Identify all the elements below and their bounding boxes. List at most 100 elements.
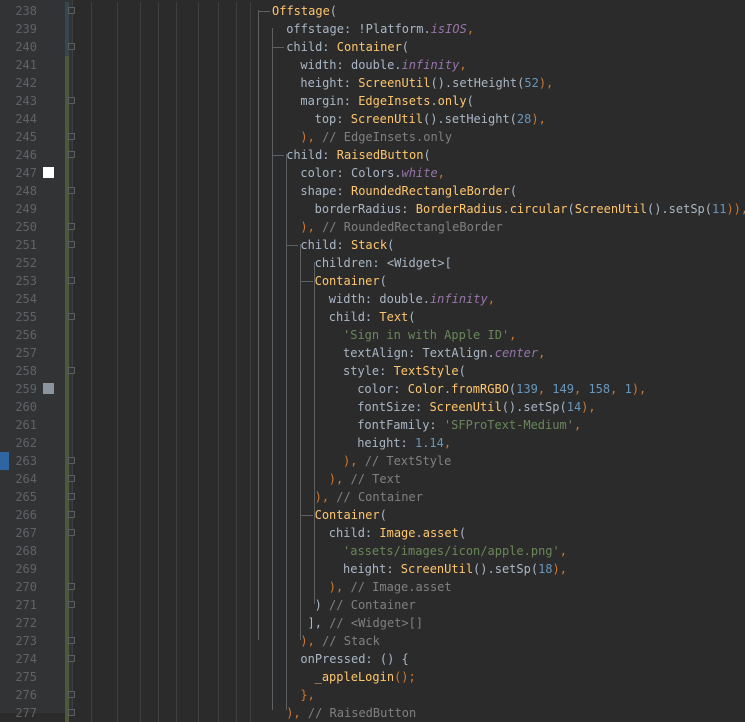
code-text[interactable]: style: TextStyle( [343, 362, 466, 380]
code-text[interactable]: children: <Widget>[ [315, 254, 452, 272]
code-text[interactable]: child: Stack( [300, 236, 394, 254]
color-swatch-icon[interactable] [43, 383, 54, 394]
code-text[interactable]: shape: RoundedRectangleBorder( [300, 182, 517, 200]
vcs-change-marker[interactable] [65, 200, 69, 218]
code-line[interactable]: 259 color: Color.fromRGBO(139, 149, 158, … [0, 380, 745, 398]
fold-toggle-icon[interactable] [68, 691, 75, 698]
code-line[interactable]: 239 offstage: !Platform.isIOS, [0, 20, 745, 38]
code-text[interactable]: ), // Container [315, 488, 423, 506]
code-line[interactable]: 241 width: double.infinity, [0, 56, 745, 74]
fold-toggle-icon[interactable] [68, 97, 75, 104]
vcs-change-marker[interactable] [65, 434, 69, 452]
fold-toggle-icon[interactable] [68, 187, 75, 194]
vcs-change-marker[interactable] [65, 110, 69, 128]
code-text[interactable]: }, [300, 686, 314, 704]
vcs-change-marker[interactable] [65, 416, 69, 434]
code-text[interactable]: margin: EdgeInsets.only( [300, 92, 473, 110]
fold-toggle-icon[interactable] [68, 637, 75, 644]
code-text[interactable]: child: Image.asset( [329, 524, 466, 542]
fold-toggle-icon[interactable] [68, 583, 75, 590]
code-line[interactable]: 262 height: 1.14, [0, 434, 745, 452]
code-text[interactable]: ], // <Widget>[] [308, 614, 424, 632]
code-text[interactable]: width: double.infinity, [300, 56, 466, 74]
code-line[interactable]: 251 child: Stack( [0, 236, 745, 254]
code-line[interactable]: 258 style: TextStyle( [0, 362, 745, 380]
code-text[interactable]: 'Sign in with Apple ID', [343, 326, 516, 344]
code-editor[interactable]: 238 Offstage(239 offstage: !Platform.isIOS… [0, 0, 745, 722]
fold-toggle-icon[interactable] [68, 493, 75, 500]
code-line[interactable]: 242 height: ScreenUtil().setHeight(52), [0, 74, 745, 92]
code-text[interactable]: color: Color.fromRGBO(139, 149, 158, 1), [357, 380, 646, 398]
code-text[interactable]: ), // Stack [300, 632, 379, 650]
code-text[interactable]: width: double.infinity, [329, 290, 495, 308]
code-text[interactable]: ), // TextStyle [343, 452, 451, 470]
code-line[interactable]: 243 margin: EdgeInsets.only( [0, 92, 745, 110]
code-line[interactable]: 247 color: Colors.white, [0, 164, 745, 182]
code-text[interactable]: child: Text( [329, 308, 416, 326]
code-line[interactable]: 250), // RoundedRectangleBorder [0, 218, 745, 236]
code-line[interactable]: 252 children: <Widget>[ [0, 254, 745, 272]
code-line[interactable]: 249 borderRadius: BorderRadius.circular(S… [0, 200, 745, 218]
vcs-change-marker[interactable] [65, 614, 69, 632]
fold-toggle-icon[interactable] [68, 43, 75, 50]
code-text[interactable]: height: 1.14, [357, 434, 451, 452]
code-line[interactable]: 275 _appleLogin(); [0, 668, 745, 686]
code-text[interactable]: offstage: !Platform.isIOS, [286, 20, 474, 38]
fold-toggle-icon[interactable] [68, 367, 75, 374]
code-text[interactable]: ) // Container [315, 596, 416, 614]
fold-toggle-icon[interactable] [68, 457, 75, 464]
code-text[interactable]: child: RaisedButton( [286, 146, 431, 164]
code-line[interactable]: 268 'assets/images/icon/apple.png', [0, 542, 745, 560]
code-text[interactable]: fontFamily: 'SFProText-Medium', [357, 416, 581, 434]
code-line[interactable]: 274 onPressed: () { [0, 650, 745, 668]
vcs-change-marker[interactable] [65, 56, 69, 74]
code-text[interactable]: fontSize: ScreenUtil().setSp(14), [357, 398, 595, 416]
code-line[interactable]: 257 textAlign: TextAlign.center, [0, 344, 745, 362]
code-text[interactable]: 'assets/images/icon/apple.png', [343, 542, 567, 560]
vcs-change-marker[interactable] [65, 668, 69, 686]
code-line[interactable]: 244 top: ScreenUtil().setHeight(28), [0, 110, 745, 128]
code-line[interactable]: 253 Container( [0, 272, 745, 290]
fold-toggle-icon[interactable] [68, 241, 75, 248]
code-line[interactable]: 265), // Container [0, 488, 745, 506]
fold-toggle-icon[interactable] [68, 529, 75, 536]
vcs-change-marker[interactable] [65, 398, 69, 416]
code-line[interactable]: 272], // <Widget>[] [0, 614, 745, 632]
fold-toggle-icon[interactable] [68, 655, 75, 662]
code-text[interactable]: borderRadius: BorderRadius.circular(Scre… [315, 200, 745, 218]
code-line[interactable]: 256 'Sign in with Apple ID', [0, 326, 745, 344]
fold-toggle-icon[interactable] [68, 475, 75, 482]
code-line[interactable]: 238 Offstage( [0, 2, 745, 20]
code-line[interactable]: 267 child: Image.asset( [0, 524, 745, 542]
code-text[interactable]: Container( [315, 506, 387, 524]
code-text[interactable]: _appleLogin(); [315, 668, 416, 686]
fold-toggle-icon[interactable] [68, 277, 75, 284]
code-line[interactable]: 273), // Stack [0, 632, 745, 650]
code-text[interactable]: Container( [315, 272, 387, 290]
code-line[interactable]: 270), // Image.asset [0, 578, 745, 596]
code-line[interactable]: 260 fontSize: ScreenUtil().setSp(14), [0, 398, 745, 416]
vcs-change-marker[interactable] [65, 164, 69, 182]
fold-toggle-icon[interactable] [68, 223, 75, 230]
code-line[interactable]: 255 child: Text( [0, 308, 745, 326]
code-text[interactable]: onPressed: () { [300, 650, 408, 668]
code-text[interactable]: height: ScreenUtil().setHeight(52), [300, 74, 553, 92]
vcs-change-marker[interactable] [65, 542, 69, 560]
fold-toggle-icon[interactable] [68, 313, 75, 320]
code-line[interactable]: 240 child: Container( [0, 38, 745, 56]
code-text[interactable]: ), // Image.asset [329, 578, 452, 596]
code-line[interactable]: 271) // Container [0, 596, 745, 614]
fold-toggle-icon[interactable] [68, 7, 75, 14]
code-line[interactable]: 277), // RaisedButton [0, 704, 745, 722]
code-line[interactable]: 263), // TextStyle [0, 452, 745, 470]
fold-toggle-icon[interactable] [68, 601, 75, 608]
code-line[interactable]: 264), // Text [0, 470, 745, 488]
code-text[interactable]: ), // RaisedButton [286, 704, 416, 722]
code-text[interactable]: child: Container( [286, 38, 409, 56]
code-line[interactable]: 261 fontFamily: 'SFProText-Medium', [0, 416, 745, 434]
code-line[interactable]: 266 Container( [0, 506, 745, 524]
code-line[interactable]: 246 child: RaisedButton( [0, 146, 745, 164]
code-text[interactable]: textAlign: TextAlign.center, [343, 344, 545, 362]
code-text[interactable]: ), // RoundedRectangleBorder [300, 218, 502, 236]
code-line[interactable]: 245), // EdgeInsets.only [0, 128, 745, 146]
